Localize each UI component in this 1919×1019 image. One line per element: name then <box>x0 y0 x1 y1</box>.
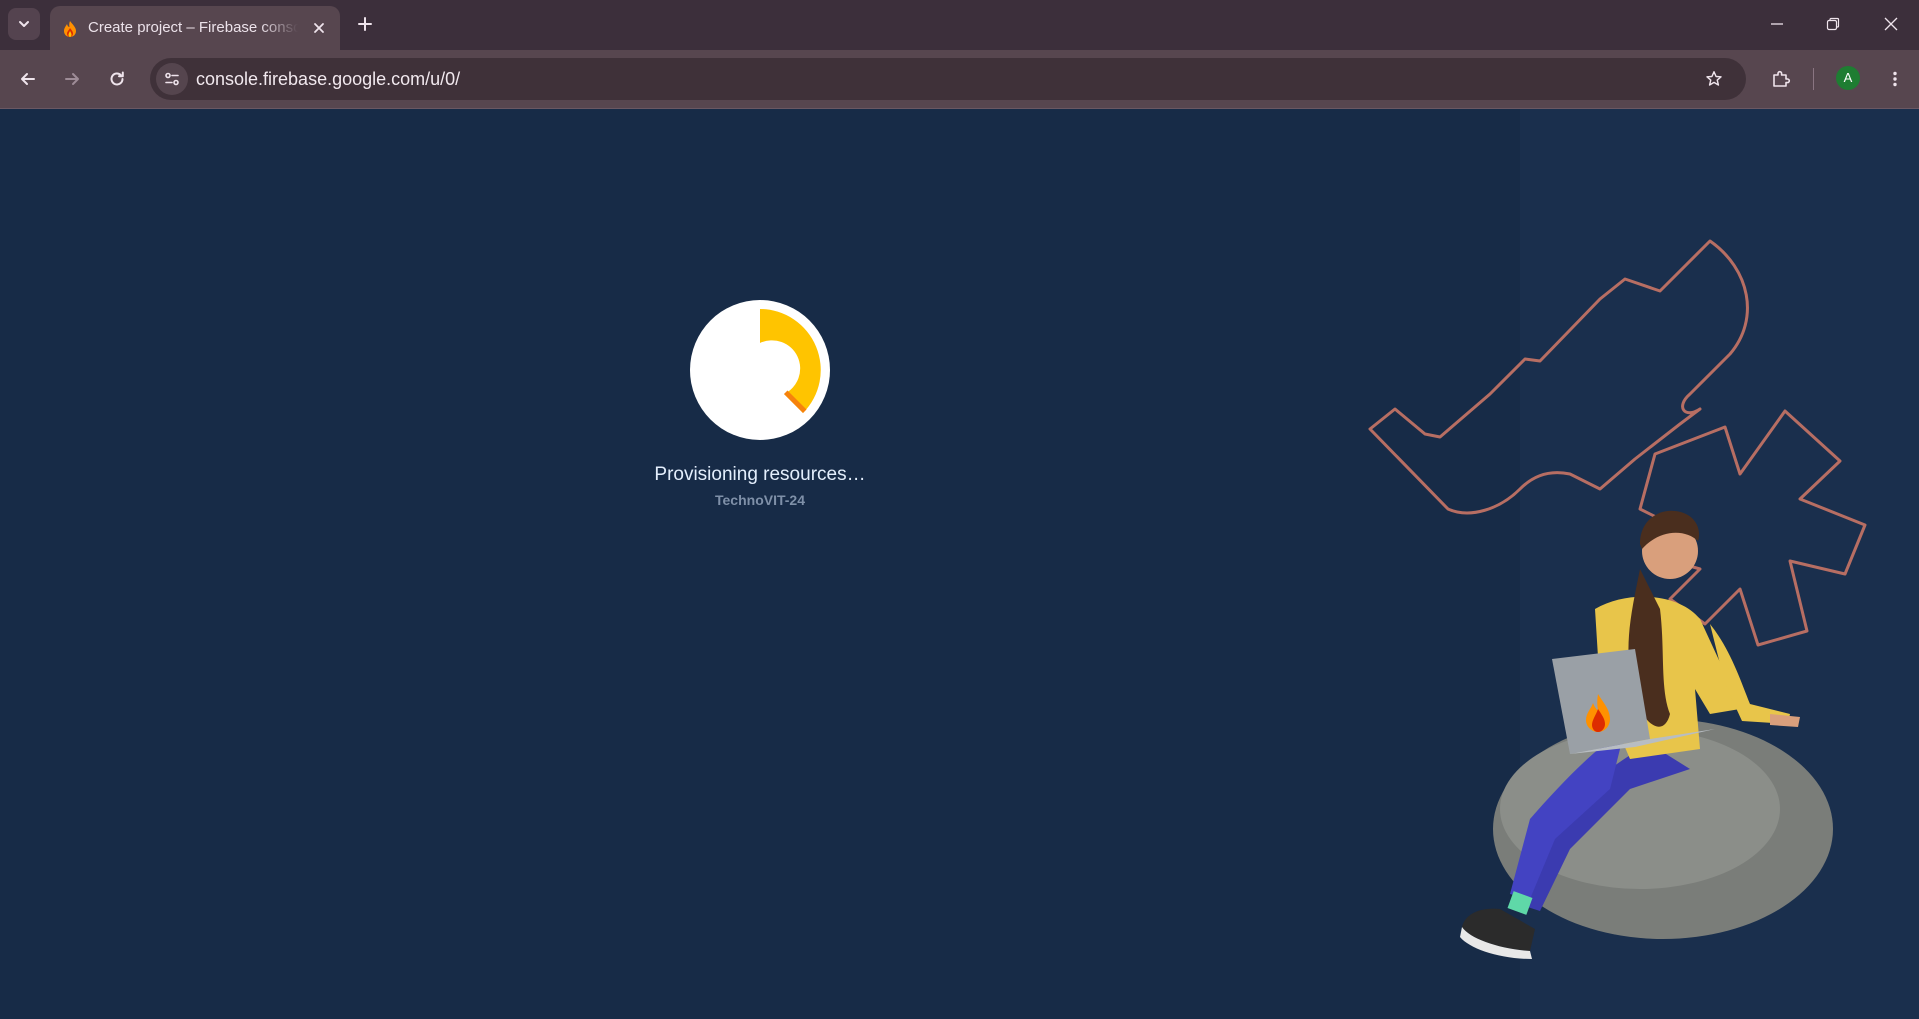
minimize-button[interactable] <box>1749 0 1805 48</box>
reload-button[interactable] <box>101 63 133 95</box>
tab-search-button[interactable] <box>8 8 40 40</box>
page-content: Provisioning resources… TechnoVIT-24 <box>0 109 1919 1019</box>
back-icon <box>21 73 35 85</box>
address-bar[interactable]: console.firebase.google.com/u/0/ <box>150 58 1746 100</box>
project-name: TechnoVIT-24 <box>715 492 805 508</box>
forward-button[interactable] <box>56 63 88 95</box>
firebase-developer-illustration <box>1368 239 1867 959</box>
site-info-button[interactable] <box>156 63 188 95</box>
tab-close-button[interactable] <box>308 17 330 39</box>
plus-icon <box>358 17 372 31</box>
site-info-icon <box>165 72 179 86</box>
more-menu-icon <box>1893 71 1897 87</box>
provisioning-status: Provisioning resources… <box>654 464 866 485</box>
extensions-icon <box>1773 70 1791 87</box>
browser-toolbar: console.firebase.google.com/u/0/ A <box>0 50 1919 109</box>
bookmark-star-icon <box>1706 71 1722 86</box>
more-menu-button[interactable] <box>1879 63 1911 95</box>
window-close-button[interactable] <box>1863 0 1919 48</box>
tab-title: Create project – Firebase console <box>88 19 298 36</box>
back-button[interactable] <box>12 63 44 95</box>
window-close-icon <box>1884 17 1898 31</box>
profile-avatar[interactable]: A <box>1836 66 1860 90</box>
restore-button[interactable] <box>1805 0 1861 48</box>
toolbar-divider <box>1813 68 1814 90</box>
extensions-button[interactable] <box>1765 63 1797 95</box>
decor-outline-shape <box>1368 239 1749 515</box>
url-text[interactable]: console.firebase.google.com/u/0/ <box>196 68 460 90</box>
active-tab[interactable]: Create project – Firebase console <box>50 6 340 50</box>
new-tab-button[interactable] <box>350 9 380 39</box>
firebase-flame-icon <box>64 21 76 37</box>
restore-icon <box>1826 17 1840 31</box>
browser-tab-strip: Create project – Firebase console <box>0 0 1919 50</box>
loading-spinner <box>690 300 830 440</box>
minimize-icon <box>1771 23 1783 25</box>
reload-icon <box>110 71 124 86</box>
bookmark-button[interactable] <box>1700 65 1728 93</box>
close-icon <box>314 23 324 33</box>
chevron-down-icon <box>19 21 29 27</box>
forward-icon <box>65 73 79 85</box>
